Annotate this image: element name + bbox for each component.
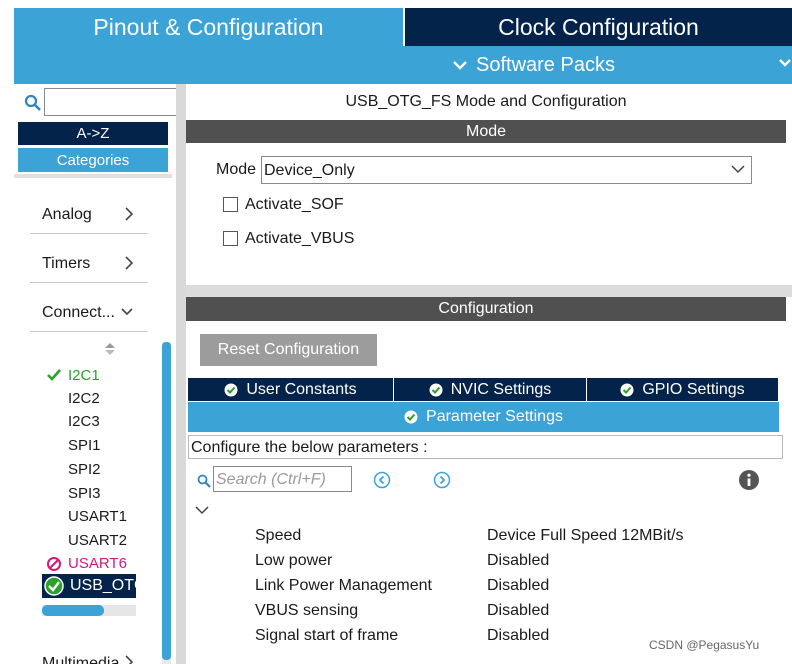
- category-label: Multimedia: [42, 655, 120, 664]
- peripheral-i2c2[interactable]: I2C2: [68, 390, 100, 407]
- disabled-icon: [47, 557, 61, 571]
- activate-vbus-label: Activate_VBUS: [245, 230, 355, 247]
- mode-section-header: Mode: [186, 120, 786, 143]
- parameters-description: Configure the below parameters :: [188, 435, 783, 459]
- mode-configuration-panel: USB_OTG_FS Mode and Configuration Mode M…: [186, 84, 792, 664]
- tab-label: GPIO Settings: [642, 380, 745, 398]
- param-row-speed[interactable]: Speed Device Full Speed 12MBit/s: [255, 527, 785, 549]
- param-value: Disabled: [487, 552, 550, 569]
- description-text: Configure the below parameters :: [191, 439, 428, 456]
- peripheral-i2c1[interactable]: I2C1: [68, 367, 100, 384]
- tab-clock-configuration[interactable]: Clock Configuration: [405, 8, 792, 46]
- categories-button[interactable]: Categories: [18, 148, 168, 172]
- chevron-right-icon: [125, 207, 134, 221]
- check-circle-icon: [429, 383, 443, 396]
- category-label: Timers: [42, 255, 91, 272]
- tab-label: Parameter Settings: [426, 408, 563, 425]
- search-icon: [197, 474, 211, 488]
- peripheral-usb-otg-fs-selected[interactable]: USB_OTG_FS: [42, 574, 136, 598]
- reset-configuration-button[interactable]: Reset Configuration: [200, 334, 377, 366]
- tab-gpio-settings[interactable]: GPIO Settings: [587, 378, 779, 401]
- chevron-down-icon: [453, 61, 467, 70]
- mode-select[interactable]: Device_Only: [261, 156, 752, 184]
- param-value: Disabled: [487, 602, 550, 619]
- sidebar-search-input[interactable]: [44, 88, 184, 116]
- checkbox-box[interactable]: [223, 197, 238, 212]
- category-label: Analog: [42, 206, 92, 223]
- software-packs-bar: Software Packs: [14, 46, 792, 84]
- category-analog[interactable]: Analog: [30, 196, 148, 234]
- previous-icon[interactable]: [373, 471, 391, 489]
- category-connectivity[interactable]: Connect...: [30, 294, 148, 332]
- param-row-low-power[interactable]: Low power Disabled: [255, 552, 785, 574]
- checkbox-box[interactable]: [223, 231, 238, 246]
- software-packs-menu[interactable]: Software Packs: [452, 46, 615, 84]
- tab-user-constants[interactable]: User Constants: [188, 378, 394, 401]
- peripheral-spi3[interactable]: SPI3: [68, 485, 101, 502]
- scroll-up-icon[interactable]: [104, 342, 116, 356]
- param-name: Link Power Management: [255, 577, 432, 594]
- param-row-vbus-sensing[interactable]: VBUS sensing Disabled: [255, 602, 785, 624]
- tab-nvic-settings[interactable]: NVIC Settings: [394, 378, 587, 401]
- tab-label: User Constants: [246, 380, 357, 398]
- chevron-right-icon: [125, 655, 134, 664]
- param-name: Low power: [255, 552, 333, 569]
- vertical-scrollbar-thumb[interactable]: [162, 342, 171, 660]
- peripheral-spi2[interactable]: SPI2: [68, 461, 101, 478]
- activate-sof-label: Activate_SOF: [245, 196, 344, 213]
- configuration-section-header: Configuration: [186, 297, 786, 321]
- category-multimedia[interactable]: Multimedia: [30, 650, 148, 664]
- top-tab-bar: Pinout & Configuration Clock Configurati…: [0, 0, 792, 46]
- sidebar-divider: [14, 174, 172, 178]
- categories-sidebar: A->Z Categories Analog Timers Connect...…: [14, 84, 184, 664]
- chevron-down-icon[interactable]: [778, 57, 792, 69]
- check-circle-icon: [44, 576, 64, 596]
- parameter-search-input[interactable]: Search (Ctrl+F): [213, 466, 352, 492]
- param-value: Device Full Speed 12MBit/s: [487, 527, 684, 544]
- software-packs-label: Software Packs: [476, 53, 615, 76]
- tab-pinout-configuration[interactable]: Pinout & Configuration: [14, 8, 403, 46]
- sort-az-button[interactable]: A->Z: [18, 122, 168, 145]
- param-name: Speed: [255, 527, 302, 544]
- tab-parameter-settings[interactable]: Parameter Settings: [188, 402, 779, 432]
- param-value: Disabled: [487, 577, 550, 594]
- page-title: USB_OTG_FS Mode and Configuration: [345, 93, 627, 110]
- check-icon: [47, 369, 61, 381]
- mode-label: Mode: [216, 161, 257, 178]
- horizontal-scrollbar-thumb[interactable]: [42, 605, 104, 616]
- peripheral-i2c3[interactable]: I2C3: [68, 413, 100, 430]
- peripheral-spi1[interactable]: SPI1: [68, 437, 101, 454]
- selected-peripheral-label: USB_OTG_FS: [70, 577, 136, 594]
- param-value: Disabled: [487, 627, 550, 644]
- search-icon: [24, 94, 41, 111]
- next-icon[interactable]: [433, 471, 451, 489]
- peripheral-usart2[interactable]: USART2: [68, 532, 127, 549]
- tab-label: NVIC Settings: [450, 380, 552, 398]
- check-circle-icon: [224, 383, 238, 396]
- watermark: CSDN @PegasusYu: [649, 638, 760, 652]
- chevron-down-icon[interactable]: [195, 505, 209, 515]
- peripheral-usart6[interactable]: USART6: [68, 555, 127, 572]
- mode-select-value: Device_Only: [264, 162, 355, 179]
- panel-splitter[interactable]: [176, 84, 186, 664]
- peripheral-usart1[interactable]: USART1: [68, 508, 127, 525]
- chevron-down-icon: [731, 165, 745, 174]
- param-row-link-power-management[interactable]: Link Power Management Disabled: [255, 577, 785, 599]
- chevron-down-icon: [121, 308, 133, 316]
- sidebar-search: [22, 88, 184, 116]
- section-divider: [186, 285, 792, 297]
- chevron-right-icon: [125, 256, 134, 270]
- check-circle-icon: [404, 410, 418, 424]
- check-circle-icon: [620, 383, 634, 396]
- search-placeholder: Search (Ctrl+F): [216, 471, 326, 488]
- param-name: Signal start of frame: [255, 627, 399, 644]
- stm32cubemx-window: Pinout & Configuration Clock Configurati…: [0, 0, 792, 664]
- info-icon[interactable]: [739, 470, 759, 490]
- param-name: VBUS sensing: [255, 602, 359, 619]
- category-label: Connect...: [42, 304, 115, 321]
- category-timers[interactable]: Timers: [30, 245, 148, 283]
